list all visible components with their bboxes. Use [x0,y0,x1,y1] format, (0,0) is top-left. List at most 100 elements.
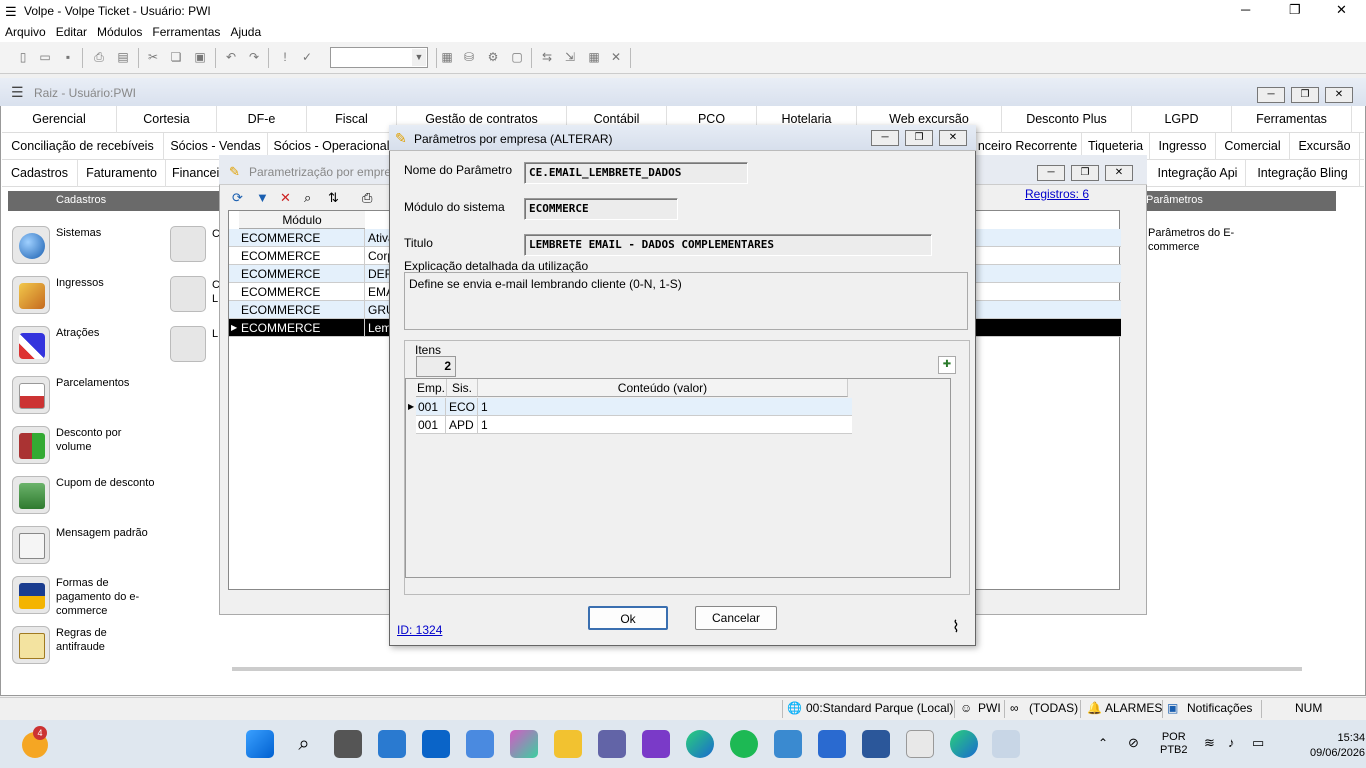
id-link[interactable]: ID: 1324 [397,623,442,637]
tab-dfe[interactable]: DF-e [217,106,307,133]
word-icon[interactable] [862,730,890,758]
tab-cortesia[interactable]: Cortesia [117,106,217,133]
status-alarmes[interactable]: ALARMES [1105,701,1162,715]
parametros-ecommerce-item[interactable]: Parâmetros do E-commerce [1148,226,1238,254]
mdi-close-button[interactable]: ✕ [1325,87,1353,103]
minimize-icon[interactable]: ─ [1241,2,1250,17]
add-item-icon[interactable]: ✚ [938,356,956,374]
menu-ajuda[interactable]: Ajuda [225,22,266,39]
tab-excursao[interactable]: Excursão [1290,133,1360,160]
refresh-icon[interactable]: ⟳ [232,190,243,206]
chevron-up-icon[interactable]: ⌃ [1098,736,1108,750]
attachment-icon[interactable]: ⌇ [952,617,960,637]
tab-ingresso[interactable]: Ingresso [1150,133,1216,160]
hamburger-icon[interactable]: ☰ [5,4,17,20]
menu-arquivo[interactable]: Arquivo [0,22,51,39]
dialog-minimize-button[interactable]: ─ [871,130,899,146]
db-icon[interactable]: ⛁ [462,50,476,64]
cancel-button[interactable]: Cancelar [695,606,777,630]
restore-icon[interactable]: ❐ [1289,2,1301,18]
network-off-icon[interactable]: ⊘ [1128,735,1139,751]
save-icon[interactable]: ▪ [61,50,75,64]
mdi-minimize-button[interactable]: ─ [1257,87,1285,103]
export-icon[interactable]: ⇲ [563,50,577,64]
spotify-icon[interactable] [730,730,758,758]
remote-desktop-icon[interactable] [774,730,802,758]
store-icon[interactable] [466,730,494,758]
preview-icon[interactable]: ▤ [116,50,130,64]
vscode-icon[interactable] [378,730,406,758]
copy-icon[interactable]: ❏ [169,50,183,64]
tab-faturamento[interactable]: Faturamento [78,160,166,187]
menu-modulos[interactable]: Módulos [92,22,147,39]
nome-field[interactable]: CE.EMAIL_LEMBRETE_DADOS [524,162,748,184]
clock[interactable]: 15:34 09/06/2026 [1310,731,1365,761]
table-row[interactable]: 001 APD 1 [416,416,852,434]
menu-editar[interactable]: Editar [51,22,92,39]
tab-comercial[interactable]: Comercial [1216,133,1290,160]
titulo-field[interactable]: LEMBRETE EMAIL - DADOS COMPLEMENTARES [524,234,932,256]
ok-button[interactable]: Ok [588,606,668,630]
wifi-icon[interactable]: ≋ [1204,735,1215,751]
table-row[interactable]: 001 ECO 1 [416,398,852,416]
item-desconto-volume[interactable]: Desconto por volume [12,426,162,472]
mdi-restore-button[interactable]: ❐ [1291,87,1319,103]
toolbar-combo[interactable]: ▼ [330,47,428,68]
person-doc-icon[interactable] [170,326,206,362]
status-notif[interactable]: Notificações [1187,701,1252,715]
link-icon[interactable]: ⇆ [540,50,554,64]
outlook-icon[interactable] [422,730,450,758]
teams-icon[interactable] [598,730,626,758]
clear-filter-icon[interactable]: ✕ [280,190,291,206]
col-modulo-header[interactable]: Módulo [239,211,365,229]
horizontal-scrollbar[interactable] [232,667,1302,671]
registros-link[interactable]: Registros: 6 [1025,187,1089,201]
hamburger-icon[interactable]: ☰ [11,84,24,101]
close-icon[interactable]: ✕ [1336,2,1347,18]
tab-financeiro[interactable]: Financei [166,160,222,187]
item-parcelamentos[interactable]: Parcelamentos [12,376,162,422]
lang-indicator[interactable]: POR PTB2 [1160,731,1188,757]
item-regras-antifraude[interactable]: Regras de antifraude [12,626,162,672]
item-mensagem-padrao[interactable]: Mensagem padrão [12,526,162,572]
open-icon[interactable]: ▭ [38,50,52,64]
cut-icon[interactable]: ✂ [146,50,160,64]
redo-icon[interactable]: ↷ [247,50,261,64]
item-sistemas[interactable]: Sistemas [12,226,162,272]
tab-conciliacao[interactable]: Conciliação de recebíveis [2,133,164,160]
money-person-icon[interactable] [170,226,206,262]
print-icon[interactable]: ⎙ [92,50,106,64]
item-formas-pagamento[interactable]: Formas de pagamento do e-commerce [12,576,162,622]
tab-integracao-bling[interactable]: Integração Bling [1246,160,1360,187]
report-icon[interactable] [170,276,206,312]
print-icon[interactable]: ⎙ [362,190,372,206]
tab-integracao-api[interactable]: Integração Api [1150,160,1246,187]
back-minimize-button[interactable]: ─ [1037,165,1065,181]
tools-icon[interactable]: ✕ [609,50,623,64]
item-ingressos[interactable]: Ingressos [12,276,162,322]
status-local[interactable]: 00:Standard Parque (Local) [806,701,953,715]
folder-icon[interactable] [554,730,582,758]
visual-studio-icon[interactable] [642,730,670,758]
tab-cadastros[interactable]: Cadastros [2,160,78,187]
back-restore-button[interactable]: ❐ [1071,165,1099,181]
check-icon[interactable]: ✓ [300,50,314,64]
battery-icon[interactable]: ▭ [1252,735,1264,751]
status-user[interactable]: PWI [978,701,1001,715]
notepad-icon[interactable] [818,730,846,758]
tab-desconto-plus[interactable]: Desconto Plus [1002,106,1132,133]
chevron-down-icon[interactable]: ▼ [412,49,426,66]
tab-gerencial[interactable]: Gerencial [2,106,117,133]
dialog-close-button[interactable]: ✕ [939,130,967,146]
menu-ferramentas[interactable]: Ferramentas [147,22,225,39]
status-todas[interactable]: (TODAS) [1029,701,1078,715]
edge-dev-icon[interactable] [686,730,714,758]
sort-icon[interactable]: ⇅ [328,190,339,206]
tab-ferramentas[interactable]: Ferramentas [1232,106,1352,133]
window-icon[interactable]: ▢ [510,50,524,64]
paste-icon[interactable]: ▣ [193,50,207,64]
volpe-icon[interactable] [906,730,934,758]
settings-icon[interactable]: ⚙ [486,50,500,64]
col-emp-header[interactable]: Emp. [416,379,447,397]
back-close-button[interactable]: ✕ [1105,165,1133,181]
